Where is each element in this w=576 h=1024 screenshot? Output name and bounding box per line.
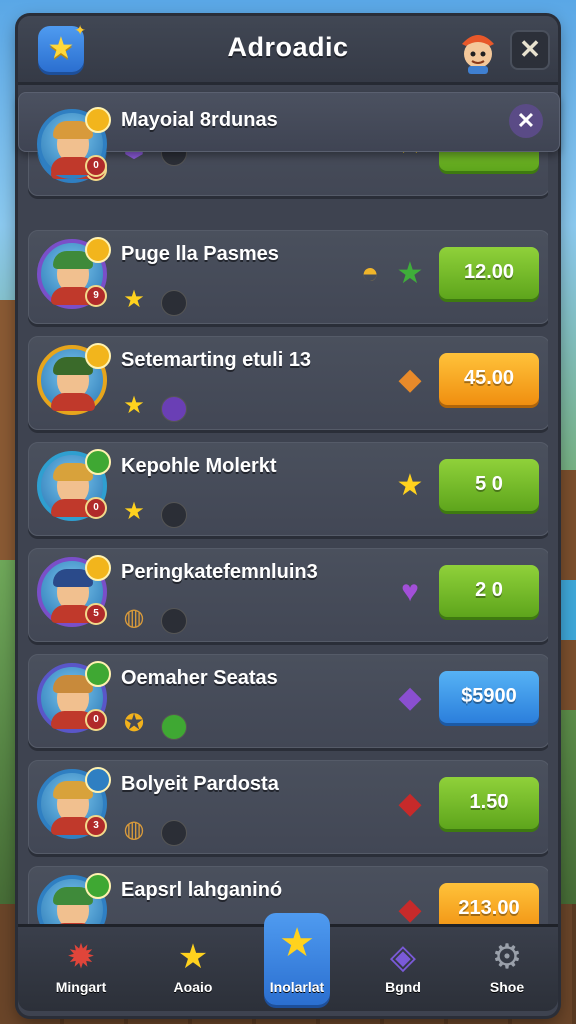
purple-heart-icon: ♥ (401, 575, 419, 608)
price-button[interactable]: 1.50 (439, 777, 539, 829)
level-badge: 0 (85, 155, 107, 177)
price-button[interactable]: $5900 (439, 671, 539, 723)
list-item[interactable]: 5 Peringkatefemnluin3 ◍ ♥ 2 0 (28, 548, 548, 642)
nav-label: Inolarlat (269, 979, 325, 995)
notice-banner: ✕ Mayoial 8rdunas 0 (18, 92, 560, 179)
nav-item-shoe[interactable]: ⚙ Shoe (462, 927, 552, 1011)
star-icon: ★ (123, 498, 145, 525)
status-dot (161, 608, 187, 634)
star-icon: ★ (279, 921, 315, 965)
list-item[interactable]: Setemarting etuli 13 ★ ◆ 45.00 (28, 336, 548, 430)
level-badge: 9 (85, 285, 107, 307)
list-item[interactable]: 3 Bolyeit Pardosta ◍ ◆ 1.50 (28, 760, 548, 854)
price-button[interactable]: 5 0 (439, 459, 539, 511)
avatar-shirt (51, 393, 95, 411)
avatar: 0 (37, 449, 111, 521)
item-name: Oemaher Seatas (121, 667, 278, 689)
bucket-icon: ◓ (360, 257, 380, 290)
item-list: 0Sogemn asedeonna⬢◓★13.9009Puge lla Pasm… (28, 90, 548, 940)
nav-item-inolarlat[interactable]: ★ Inolarlat (252, 923, 342, 1011)
rank-badge (85, 449, 111, 475)
bottom-nav: ✹ Mingart ★ Aoaio ★ Inolarlat ◈ Bgnd ⚙ Shoe (18, 913, 558, 1011)
red-creature-icon: ✹ (66, 938, 96, 976)
status-dot (161, 820, 187, 846)
rank-badge (85, 873, 111, 899)
list-item[interactable]: 9 Puge lla Pasmes ★ ◓ ★ 12.00 (28, 230, 548, 324)
price-button[interactable]: 45.00 (439, 353, 539, 405)
status-dot (161, 502, 187, 528)
star-icon: ★ (177, 938, 209, 976)
avatar: 0 (37, 661, 111, 733)
level-badge: 0 (85, 497, 107, 519)
red-fish-icon: ◆ (398, 787, 422, 820)
level-badge: 0 (85, 709, 107, 731)
rank-badge (85, 237, 111, 263)
price-button[interactable]: 2 0 (439, 565, 539, 617)
avatar: 9 (37, 237, 111, 309)
rank-badge (85, 343, 111, 369)
item-name: Peringkatefemnluin3 (121, 561, 318, 583)
bag-icon: ◍ (123, 604, 145, 631)
nav-label: Mingart (55, 979, 107, 995)
nav-item-mingart[interactable]: ✹ Mingart (36, 927, 126, 1011)
item-name: Setemarting etuli 13 (121, 349, 312, 371)
item-name: Bolyeit Pardosta (121, 773, 279, 795)
price-button[interactable]: 12.00 (439, 247, 539, 299)
item-name: Kepohle Molerkt (121, 455, 277, 477)
close-icon[interactable]: ✕ (509, 104, 543, 138)
rank-badge (85, 661, 111, 687)
nav-item-aoaio[interactable]: ★ Aoaio (148, 927, 238, 1011)
nav-label: Shoe (489, 979, 525, 995)
star-icon: ★ (123, 392, 145, 419)
mascot-icon[interactable] (454, 24, 502, 74)
status-dot (161, 290, 187, 316)
rank-badge (85, 767, 111, 793)
status-dot (161, 714, 187, 740)
gear-icon: ⚙ (491, 938, 523, 976)
star-icon: ★ (396, 469, 424, 502)
avatar: 3 (37, 767, 111, 839)
notice-avatar: 0 (37, 107, 111, 179)
item-name: Eapsrl lahganinó (121, 879, 283, 901)
top-bar: ★ ✦ Adroadic ✕ (18, 16, 558, 85)
level-badge: 5 (85, 603, 107, 625)
star-icon: ★ (123, 286, 145, 313)
rank-badge (85, 107, 111, 133)
avatar (37, 343, 111, 415)
item-name: Puge lla Pasmes (121, 243, 279, 265)
rank-badge (85, 555, 111, 581)
gold-star-icon: ✪ (123, 710, 145, 737)
status-dot (161, 396, 187, 422)
avatar: 5 (37, 555, 111, 627)
green-star-icon: ★ (396, 257, 424, 290)
purple-cube-icon: ◈ (389, 938, 417, 976)
nav-label: Bgnd (385, 979, 421, 995)
bag-icon: ◍ (123, 816, 145, 843)
list-item[interactable]: 0 Oemaher Seatas ✪ ◆ $5900 (28, 654, 548, 748)
notice-title: Mayoial 8rdunas (121, 109, 278, 131)
nav-item-bgnd[interactable]: ◈ Bgnd (358, 927, 448, 1011)
level-badge: 3 (85, 815, 107, 837)
red-fish-icon: ◆ (398, 893, 422, 926)
close-button[interactable]: ✕ (510, 30, 550, 70)
purple-fish-icon: ◆ (398, 681, 422, 714)
main-panel: ★ ✦ Adroadic ✕ 0Sogemn asedeonna⬢◓★13.90… (18, 16, 560, 1016)
nav-label: Aoaio (173, 979, 213, 995)
orange-fish-icon: ◆ (398, 363, 422, 396)
list-item[interactable]: 0 Kepohle Molerkt ★ ★ 5 0 (28, 442, 548, 536)
